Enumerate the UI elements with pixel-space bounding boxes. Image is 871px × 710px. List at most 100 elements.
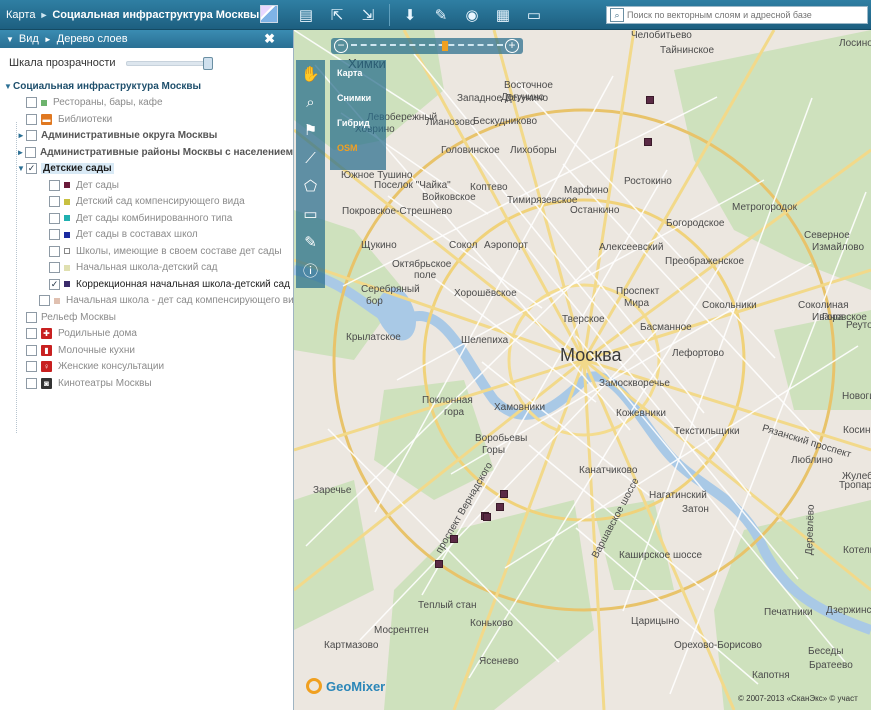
zoom-in-button[interactable]: + (505, 39, 519, 53)
view-menu[interactable]: Вид (19, 33, 39, 45)
kindergarten-marker[interactable] (450, 535, 458, 543)
layer-label: Дет сады в составах школ (76, 229, 198, 241)
ruler-tool-icon[interactable]: ✎ (296, 228, 325, 256)
sublayer-item[interactable]: ✓ Коррекционная начальная школа-детский с… (3, 276, 293, 293)
map-place-label: Картмазово (324, 640, 379, 651)
base-layer-satellite[interactable]: Снимки (330, 85, 386, 110)
map-place-label: Лихоборы (510, 145, 557, 156)
kindergarten-marker[interactable] (483, 513, 491, 521)
rectangle-tool-icon[interactable]: ▭ (296, 200, 325, 228)
layers-icon[interactable]: ▦ (491, 4, 515, 26)
layer-checkbox[interactable]: ✓ (49, 278, 60, 290)
layer-item[interactable]: ▼ ✓ Детские сады (3, 161, 293, 178)
layer-item[interactable]: ▮ Молочные кухни (3, 342, 293, 359)
layer-checkbox[interactable] (26, 113, 37, 125)
map-thumbnail-icon[interactable] (260, 5, 278, 23)
breadcrumb-root-link[interactable]: Карта (6, 9, 35, 21)
opacity-slider[interactable] (126, 57, 213, 70)
layer-checkbox[interactable] (26, 130, 37, 142)
layer-item[interactable]: Рестораны, бары, кафе (3, 95, 293, 112)
layer-label: Школы, имеющие в своем составе дет сады (76, 245, 282, 257)
sublayer-item[interactable]: Дет сады в составах школ (3, 227, 293, 244)
layer-checkbox[interactable] (49, 196, 60, 208)
kindergarten-marker[interactable] (646, 96, 654, 104)
expand-arrow-icon[interactable]: ▼ (3, 82, 13, 91)
layer-item[interactable]: ▬ Библиотеки (3, 111, 293, 128)
layer-item[interactable]: ♀ Женские консультации (3, 359, 293, 376)
kindergarten-marker[interactable] (500, 490, 508, 498)
layer-checkbox[interactable] (26, 361, 37, 373)
layer-checkbox[interactable] (26, 344, 37, 356)
layer-checkbox[interactable] (49, 179, 60, 191)
layer-checkbox[interactable] (49, 212, 60, 224)
kindergarten-marker[interactable] (644, 138, 652, 146)
marker-tool-icon[interactable]: ⚑ (296, 116, 325, 144)
pan-icon[interactable]: ✋ (296, 60, 325, 88)
zoom-out-button[interactable]: − (334, 39, 348, 53)
kindergarten-marker[interactable] (496, 503, 504, 511)
zoom-track[interactable] (351, 44, 503, 46)
layer-checkbox[interactable] (49, 245, 60, 257)
map-place-label: Алексеевский (599, 242, 664, 253)
search-icon[interactable]: ⌕ (610, 8, 624, 22)
layer-checkbox[interactable] (26, 311, 37, 323)
sublayer-item[interactable]: Дет сады (3, 177, 293, 194)
map-place-label: Останкино (570, 205, 620, 216)
layer-item[interactable]: ◙ Кинотеатры Москвы (3, 375, 293, 392)
expand-arrow-icon[interactable]: ► (16, 131, 26, 140)
polygon-tool-icon[interactable]: ⬠ (296, 172, 325, 200)
map-view[interactable]: ХимкиЧелобитьевоТайнинскоеЛосиноостровск… (294, 30, 871, 710)
share-icon[interactable]: ⇲ (356, 4, 380, 26)
line-tool-icon[interactable]: ⟋ (296, 144, 325, 172)
layer-item[interactable]: Рельеф Москвы (3, 309, 293, 326)
map-place-label: Замоскворечье (599, 378, 670, 389)
close-icon[interactable]: ✖ (264, 31, 275, 47)
city-label: Москва (560, 345, 622, 365)
geomixer-logo[interactable]: GeoMixer (306, 678, 385, 694)
info-tool-icon[interactable]: ⓘ (296, 256, 325, 284)
layer-checkbox[interactable] (49, 262, 60, 274)
layer-checkbox[interactable] (24, 146, 36, 158)
save-map-icon[interactable]: ▤ (294, 4, 318, 26)
search-input[interactable] (627, 10, 862, 20)
layer-item[interactable]: ► Административные округа Москвы (3, 128, 293, 145)
layer-checkbox[interactable] (39, 295, 50, 307)
map-place-label: Метрогородок (732, 202, 798, 213)
base-layer-hybrid[interactable]: Гибрид (330, 110, 386, 135)
sublayer-item[interactable]: Детский сад компенсирующего вида (3, 194, 293, 211)
sublayer-item[interactable]: Дет сады комбинированного типа (3, 210, 293, 227)
layer-checkbox[interactable] (26, 328, 37, 340)
layer-label: Дет сады (76, 179, 119, 191)
zoom-tool-icon[interactable]: ⌕ (296, 88, 325, 116)
map-place-label: Челобитьево (631, 30, 692, 41)
base-layer-map[interactable]: Карта (330, 60, 386, 85)
collapse-triangle-icon[interactable]: ▼ (6, 35, 14, 44)
base-layer-osm[interactable]: OSM (330, 135, 386, 160)
zoom-thumb[interactable] (442, 41, 448, 51)
attach-icon[interactable]: ✎ (429, 4, 453, 26)
print-icon[interactable]: ▭ (522, 4, 546, 26)
layer-tree: ▼ Социальная инфраструктура Москвы Ресто… (0, 78, 305, 392)
sublayer-item[interactable]: Начальная школа - дет сад компенсирующег… (3, 293, 305, 310)
kindergarten-marker[interactable] (435, 560, 443, 568)
layer-checkbox[interactable] (26, 97, 37, 109)
download-icon[interactable]: ⬇ (398, 4, 422, 26)
layer-checkbox[interactable] (26, 377, 37, 389)
layer-checkbox[interactable] (49, 229, 60, 241)
export-icon[interactable]: ⇱ (325, 4, 349, 26)
layer-checkbox[interactable]: ✓ (26, 163, 37, 175)
map-place-label: Воробьевы (475, 433, 528, 444)
sublayer-item[interactable]: Начальная школа-детский сад (3, 260, 293, 277)
globe-icon[interactable]: ◉ (460, 4, 484, 26)
layer-item[interactable]: ✚ Родильные дома (3, 326, 293, 343)
opacity-slider-thumb[interactable] (203, 57, 213, 70)
cinema-icon: ◙ (41, 377, 52, 389)
expand-arrow-icon[interactable]: ► (16, 148, 25, 157)
tree-root[interactable]: ▼ Социальная инфраструктура Москвы (3, 78, 293, 95)
layer-item[interactable]: ► Административные районы Москвы с населе… (3, 144, 293, 161)
search-box: ⌕ (606, 6, 868, 24)
sublayer-item[interactable]: Школы, имеющие в своем составе дет сады (3, 243, 293, 260)
map-place-label: Шелепиха (461, 335, 509, 346)
expand-arrow-icon[interactable]: ▼ (16, 164, 26, 173)
legend-swatch (64, 281, 70, 288)
